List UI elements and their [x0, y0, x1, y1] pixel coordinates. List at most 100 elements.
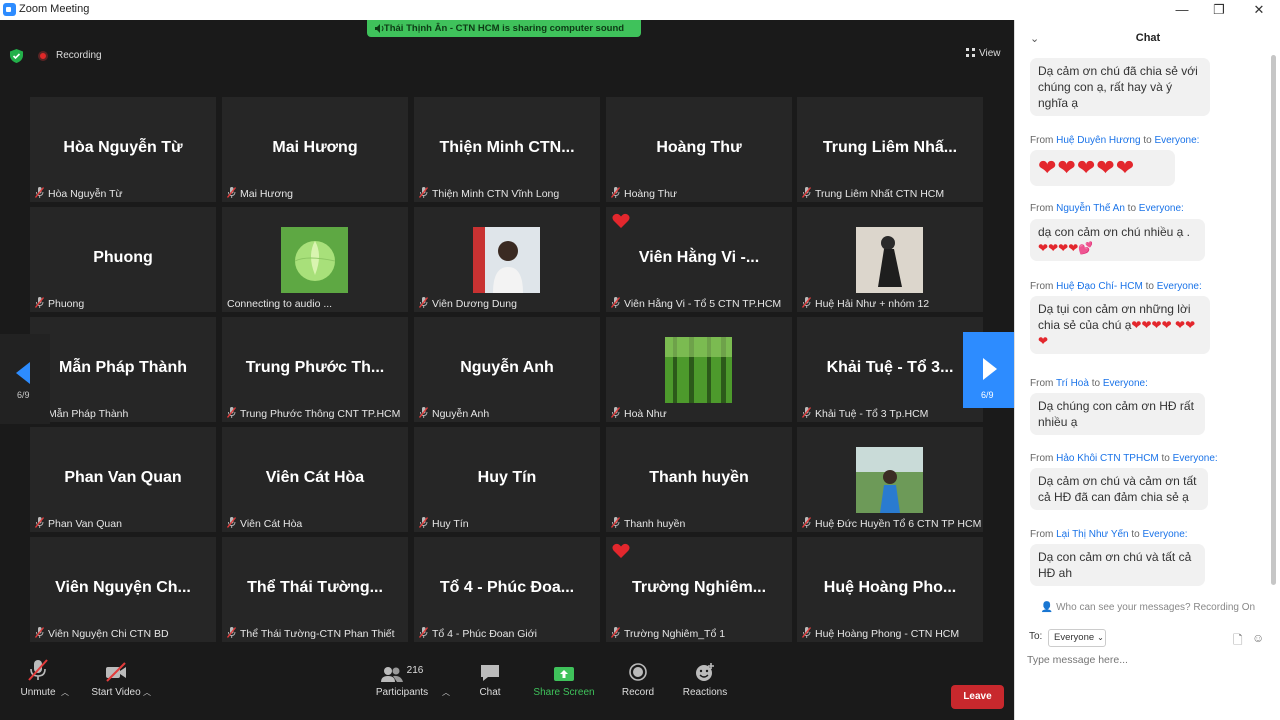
participant-tile[interactable]: Trường Nghiêm... Trường Nghiêm_Tổ 1 — [606, 537, 792, 642]
participant-name-label: Viên Hằng Vi - Tổ 5 CTN TP.HCM — [611, 297, 781, 310]
participant-tile[interactable]: Thanh huyền Thanh huyền — [606, 427, 792, 532]
participant-tile[interactable]: Hoà Như — [606, 317, 792, 422]
microphone-muted-icon — [802, 297, 811, 308]
participant-display-name: Thanh huyền — [649, 469, 749, 486]
participant-tile[interactable]: Hòa Nguyễn Từ Hòa Nguyễn Từ — [30, 97, 216, 202]
chat-scrollbar[interactable] — [1271, 55, 1276, 585]
meeting-toolbar: Unmute ︿ Start Video ︿ 216 Participants … — [0, 652, 1014, 720]
participant-tile[interactable]: Hoàng Thư Hoàng Thư — [606, 97, 792, 202]
speaker-icon — [375, 24, 384, 33]
minimize-button[interactable]: — — [1163, 0, 1201, 20]
share-screen-button[interactable]: Share Screen — [530, 652, 598, 698]
previous-page-button[interactable]: 6/9 — [0, 334, 50, 424]
participant-tile[interactable]: Huy Tín Huy Tín — [414, 427, 600, 532]
participant-tile[interactable]: Huệ Hải Như + nhóm 12 — [797, 207, 983, 312]
microphone-muted-icon — [227, 517, 236, 528]
participant-display-name: Trung Liêm Nhấ... — [822, 139, 958, 156]
participant-tile[interactable]: Nguyễn Anh Nguyễn Anh — [414, 317, 600, 422]
recipient-name: Everyone: — [1154, 135, 1200, 146]
participant-photo — [856, 227, 923, 293]
security-shield-icon[interactable] — [10, 49, 23, 63]
sound-sharing-banner: Thái Thịnh Ân - CTN HCM is sharing compu… — [367, 20, 641, 37]
participant-tile[interactable]: Tổ 4 - Phúc Đoa... Tổ 4 - Phúc Đoan Giới — [414, 537, 600, 642]
participant-tile[interactable]: Viên Cát Hòa Viên Cát Hòa — [222, 427, 408, 532]
sender-name[interactable]: Huệ Đạo Chí- HCM — [1056, 281, 1143, 292]
microphone-muted-icon — [802, 187, 811, 198]
participant-tile[interactable]: Mai Hương Mai Hương — [222, 97, 408, 202]
participant-name-label: Hoàng Thư — [611, 187, 677, 200]
video-options-caret[interactable]: ︿ — [143, 687, 151, 698]
microphone-muted-icon — [227, 187, 236, 198]
reactions-button[interactable]: Reactions — [680, 652, 730, 698]
next-page-button[interactable]: 6/9 — [963, 332, 1014, 408]
microphone-muted-icon — [611, 187, 620, 198]
recipient-select[interactable]: Everyone ⌄ — [1048, 629, 1106, 647]
microphone-muted-icon — [611, 407, 620, 418]
participants-options-caret[interactable]: ︿ — [442, 687, 450, 698]
heart-reaction-icon — [612, 543, 630, 558]
emoji-icon[interactable]: ☺ — [1252, 631, 1264, 645]
message-visibility-notice[interactable]: 👤 Who can see your messages? Recording O… — [1015, 602, 1280, 620]
message-bubble: Dạ cảm ơn chú đã chia sẻ với chúng con ạ… — [1030, 58, 1210, 116]
microphone-muted-icon — [35, 187, 44, 198]
chat-panel: ⌄ Chat Dạ cảm ơn chú đã chia sẻ với chún… — [1014, 20, 1280, 720]
participant-name-label: Viên Dương Dung — [419, 297, 517, 310]
message-input[interactable] — [1027, 654, 1257, 666]
file-icon[interactable]: 🗋 — [1233, 631, 1243, 652]
participant-tile[interactable]: Trung Liêm Nhấ... Trung Liêm Nhất CTN HCM — [797, 97, 983, 202]
chat-button[interactable]: Chat — [470, 652, 510, 698]
sender-name[interactable]: Nguyễn Thế An — [1056, 203, 1125, 214]
message-sender-line: From Huệ Đạo Chí- HCM to Everyone: — [1030, 281, 1202, 292]
participant-tile[interactable]: Connecting to audio ... — [222, 207, 408, 312]
record-button[interactable]: Record — [618, 652, 658, 698]
leave-button[interactable]: Leave — [951, 685, 1004, 709]
participant-tile[interactable]: Viên Dương Dung — [414, 207, 600, 312]
participant-display-name: Phan Van Quan — [64, 469, 182, 486]
participant-tile[interactable]: Thiện Minh CTN... Thiện Minh CTN Vĩnh Lon… — [414, 97, 600, 202]
participant-tile[interactable]: Thể Thái Tường... Thể Thái Tường-CTN Phan… — [222, 537, 408, 642]
message-sender-line: From Nguyễn Thế An to Everyone: — [1030, 203, 1184, 214]
participant-tile[interactable]: Mẫn Pháp Thành Mẫn Pháp Thành — [30, 317, 216, 422]
start-video-button[interactable]: Start Video — [88, 652, 144, 698]
participant-display-name: Huy Tín — [477, 469, 537, 486]
view-button[interactable]: View — [966, 48, 1001, 59]
message-sender-line: From Huệ Duyên Hương to Everyone: — [1030, 135, 1200, 146]
participant-tile[interactable]: Huệ Đức Huyền Tổ 6 CTN TP HCM — [797, 427, 983, 532]
participant-display-name: Mai Hương — [272, 139, 358, 156]
microphone-muted-icon — [611, 517, 620, 528]
participant-display-name: Viên Nguyện Ch... — [55, 579, 191, 596]
sender-name[interactable]: Lại Thị Như Yến — [1056, 529, 1128, 540]
reactions-icon — [696, 663, 714, 681]
sender-name[interactable]: Huệ Duyên Hương — [1056, 135, 1140, 146]
recipient-name: Everyone: — [1156, 281, 1202, 292]
participant-name-label: Thiện Minh CTN Vĩnh Long — [419, 187, 559, 200]
participant-tile[interactable]: Phan Van Quan Phan Van Quan — [30, 427, 216, 532]
microphone-muted-icon — [419, 627, 428, 638]
message-sender-line: From Hảo Khôi CTN TPHCM to Everyone: — [1030, 453, 1218, 464]
participant-display-name: Huệ Hoàng Pho... — [823, 579, 957, 596]
microphone-muted-icon — [419, 407, 428, 418]
participant-tile[interactable]: Viên Nguyện Ch... Viên Nguyện Chi CTN BD — [30, 537, 216, 642]
unmute-button[interactable]: Unmute — [16, 652, 60, 698]
participant-name-label: Phuong — [35, 297, 84, 310]
chat-title: Chat — [1135, 32, 1161, 44]
audio-options-caret[interactable]: ︿ — [61, 687, 69, 698]
participant-tile[interactable]: Khải Tuệ - Tổ 3... Khải Tuệ - Tổ 3 Tp.HCM — [797, 317, 983, 422]
participant-display-name: Viên Hằng Vi -... — [638, 249, 760, 266]
participant-name-label: Thể Thái Tường-CTN Phan Thiết — [227, 627, 395, 640]
person-icon: 👤 — [1040, 602, 1057, 613]
sender-name[interactable]: Hảo Khôi CTN TPHCM — [1056, 453, 1159, 464]
participant-display-name: Trung Phước Th... — [245, 359, 385, 376]
message-sender-line: From Trí Hoà to Everyone: — [1030, 378, 1148, 389]
maximize-button[interactable]: ❐ — [1200, 0, 1238, 20]
message-bubble: Dạ cảm ơn chú và cảm ơn tất cả HĐ đã can… — [1030, 468, 1208, 510]
participant-photo — [856, 447, 923, 513]
close-button[interactable]: ✕ — [1240, 0, 1278, 20]
sender-name[interactable]: Trí Hoà — [1056, 378, 1089, 389]
participants-button[interactable]: 216 Participants — [372, 652, 432, 698]
participant-tile[interactable]: Trung Phước Th... Trung Phước Thông CNT T… — [222, 317, 408, 422]
participant-tile[interactable]: Viên Hằng Vi -... Viên Hằng Vi - Tổ 5 CTN… — [606, 207, 792, 312]
window-title: Zoom Meeting — [19, 3, 90, 15]
participant-tile[interactable]: Huệ Hoàng Pho... Huệ Hoàng Phong - CTN HC… — [797, 537, 983, 642]
participant-tile[interactable]: Phuong Phuong — [30, 207, 216, 312]
